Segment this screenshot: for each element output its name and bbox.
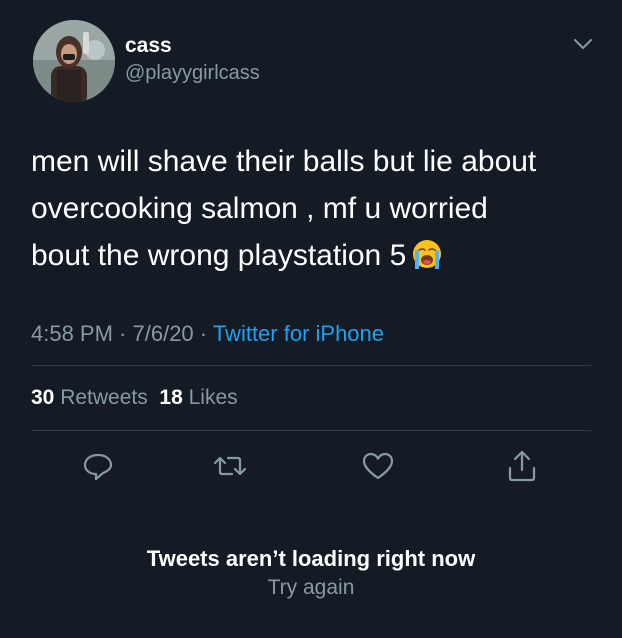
- divider: [31, 365, 591, 366]
- tweet-text-line: overcooking salmon , mf u worried: [31, 192, 488, 225]
- tweet-card: cass @playygirlcass men will shave their…: [0, 0, 622, 638]
- likes-count: 18: [159, 386, 183, 409]
- action-bar: [0, 446, 622, 486]
- tweet-text: men will shave their balls but lie about…: [31, 138, 601, 279]
- tweet-time[interactable]: 4:58 PM: [31, 321, 113, 346]
- tweet-date[interactable]: 7/6/20: [133, 321, 194, 346]
- retweets-count: 30: [31, 386, 55, 409]
- likes-label: Likes: [188, 386, 238, 409]
- loudly-crying-face-icon: [413, 240, 442, 269]
- loading-error-message: Tweets aren’t loading right now: [146, 546, 476, 571]
- display-name[interactable]: cass: [125, 34, 172, 58]
- reply-icon[interactable]: [78, 446, 118, 486]
- tweet-meta: 4:58 PM · 7/6/20 · Twitter for iPhone: [31, 321, 384, 347]
- likes-stat[interactable]: 18 Likes: [159, 386, 237, 409]
- chevron-down-icon[interactable]: [570, 34, 596, 54]
- share-icon[interactable]: [502, 446, 542, 486]
- retweet-icon[interactable]: [210, 446, 250, 486]
- tweet-source-link[interactable]: Twitter for iPhone: [213, 321, 384, 346]
- divider: [31, 430, 591, 431]
- meta-separator: ·: [193, 321, 213, 346]
- like-icon[interactable]: [358, 446, 398, 486]
- avatar[interactable]: [33, 20, 115, 102]
- tweet-text-segment: bout the wrong playstation 5: [31, 239, 407, 272]
- try-again-link[interactable]: Try again: [0, 576, 622, 600]
- tweet-text-line: bout the wrong playstation 5: [31, 232, 601, 279]
- tweet-text-line: men will shave their balls but lie about: [31, 145, 537, 178]
- retweets-label: Retweets: [60, 386, 148, 409]
- profile-photo-icon: [33, 20, 115, 102]
- engagement-stats: 30 Retweets 18 Likes: [31, 386, 238, 410]
- retweets-stat[interactable]: 30 Retweets: [31, 386, 148, 409]
- user-handle[interactable]: @playygirlcass: [125, 62, 260, 85]
- meta-separator: ·: [112, 321, 133, 346]
